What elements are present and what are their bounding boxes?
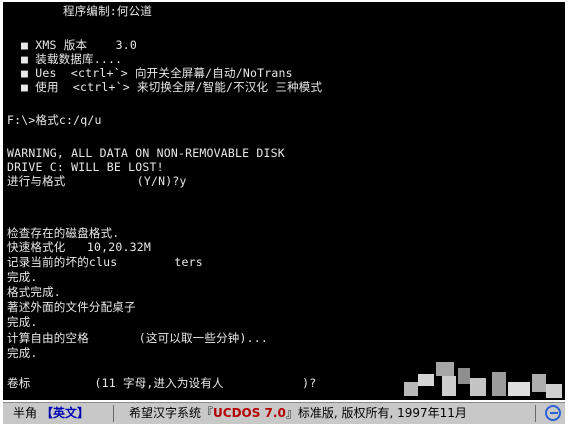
output-line: 著述外面的文件分配桌子 [7, 300, 136, 314]
watermark-pixelation [396, 354, 565, 400]
output-line: 快速格式化 10,20.32M [7, 240, 151, 254]
output-line: 计算自由的空格 (这可以取一些分钟)... [7, 331, 268, 345]
warning-text: WARNING, ALL DATA ON NON-REMOVABLE DISK [7, 146, 285, 160]
system-banner: 希望汉字系统『UCDOS 7.0』标准版, 版权所有, 1997年11月 [129, 406, 467, 420]
warning-text: DRIVE C: WILL BE LOST! [7, 160, 164, 174]
status-divider [113, 405, 114, 422]
half-width-indicator[interactable]: 半角 [13, 406, 37, 421]
output-line: 完成. [7, 270, 38, 284]
dos-terminal[interactable]: 程序编制:何公道 ■ XMS 版本 3.0 ■ 装载数据库.... ■ Ues … [3, 2, 565, 400]
output-line: 格式完成. [7, 285, 61, 299]
feature-list-item: ■ Ues <ctrl+`> 向开关全屏幕/自动/NoTrans [21, 66, 293, 80]
feature-list-item: ■ 装载数据库.... [21, 52, 123, 66]
product-name: UCDOS 7.0 [213, 406, 286, 420]
output-line: 完成. [7, 315, 38, 329]
command-line: F:\>格式c:/q/u [7, 113, 102, 127]
confirm-prompt: 进行与格式 (Y/N)?y [7, 174, 187, 188]
program-author: 程序编制:何公道 [63, 4, 153, 18]
ucdos-logo-icon [545, 405, 561, 421]
feature-list-item: ■ 使用 <ctrl+`> 来切换全屏/智能/不汉化 三种模式 [21, 80, 323, 94]
status-divider [535, 405, 536, 422]
volume-label-prompt[interactable]: 卷标 (11 字母,进入为设有人 )? [7, 376, 316, 390]
output-line: 记录当前的坏的clus ters [7, 255, 203, 269]
output-line: 检查存在的磁盘格式. [7, 226, 120, 240]
ucdos-status-bar: 半角 【英文】 希望汉字系统『UCDOS 7.0』标准版, 版权所有, 1997… [3, 402, 565, 424]
input-mode-indicator[interactable]: 【英文】 [41, 406, 89, 421]
feature-list-item: ■ XMS 版本 3.0 [21, 38, 138, 52]
output-line: 完成. [7, 346, 38, 360]
